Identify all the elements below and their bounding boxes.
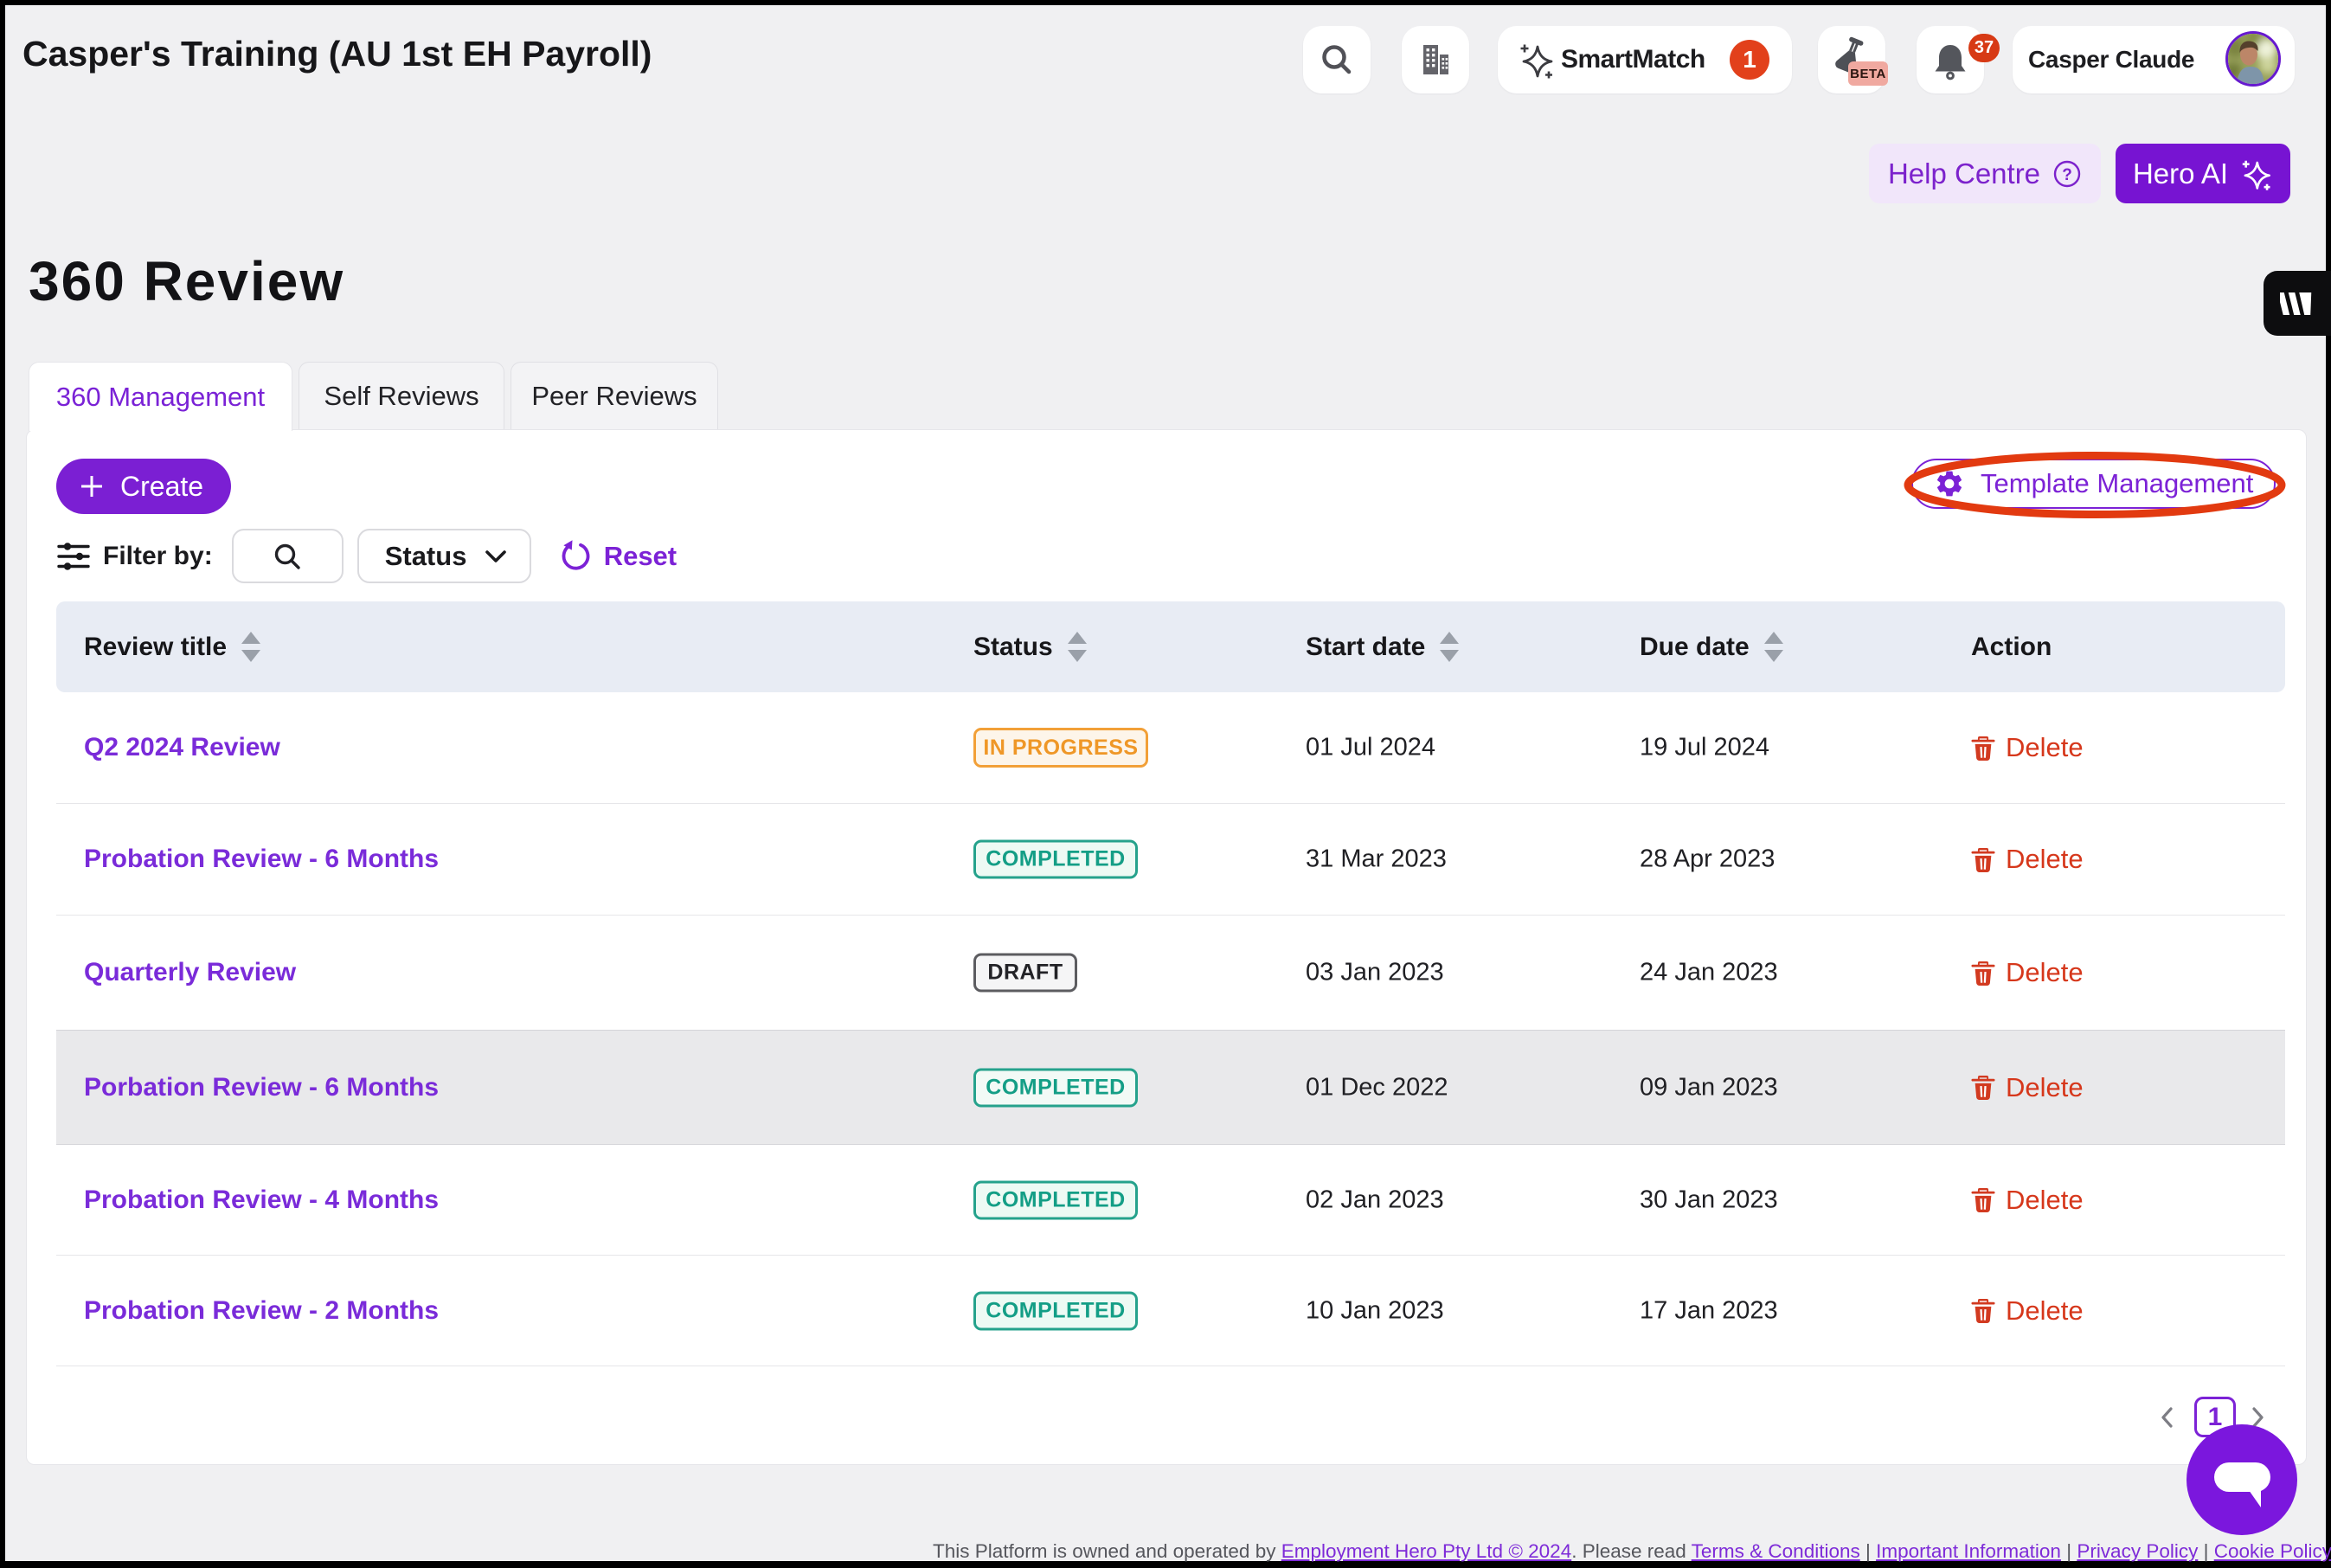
svg-text:?: ? [2062,166,2072,184]
